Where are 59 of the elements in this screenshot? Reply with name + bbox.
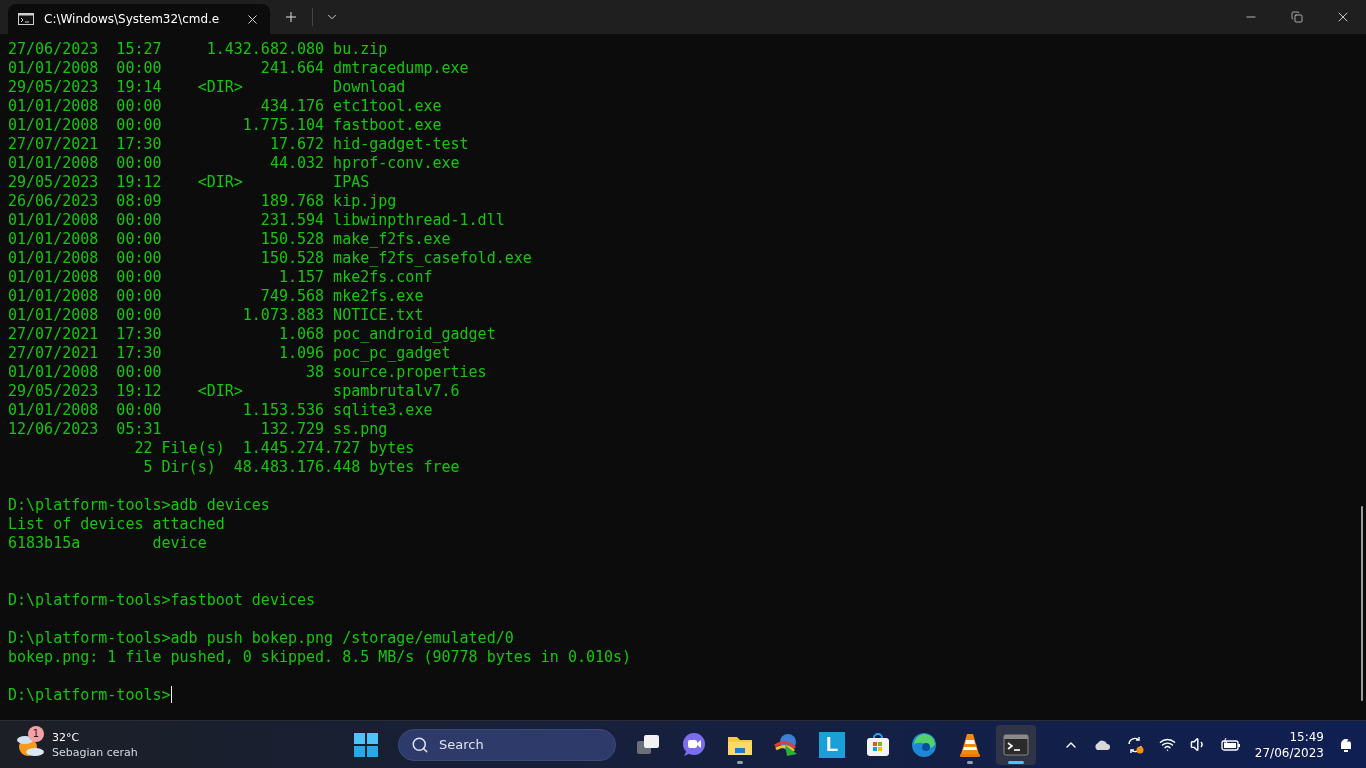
terminal-line: bokep.png: 1 file pushed, 0 skipped. 8.5 MB/s (90778 bytes in 0.010s): [8, 648, 633, 667]
terminal-line: 01/01/2008 00:00 241.664 dmtracedump.exe: [8, 59, 470, 78]
time: 15:49: [1289, 728, 1324, 745]
terminal-line: D:\platform-tools>adb devices: [8, 496, 271, 515]
terminal-line: 26/06/2023 08:09 189.768 kip.jpg: [8, 192, 398, 211]
battery-charging-icon[interactable]: [1220, 737, 1241, 752]
restore-icon: [1291, 11, 1303, 23]
wifi-icon[interactable]: [1158, 736, 1176, 753]
clock[interactable]: 15:49 27/06/2023: [1254, 728, 1324, 761]
terminal-line: 6183b15a device: [8, 534, 208, 553]
plus-icon: [283, 9, 299, 25]
command-prompt: D:\platform-tools>: [8, 686, 171, 704]
terminal-line: 01/01/2008 00:00 1.153.536 sqlite3.exe: [8, 401, 434, 420]
terminal-line: 27/07/2021 17:30 1.068 poc_android_gadget: [8, 325, 497, 344]
terminal-line: 01/01/2008 00:00 1.775.104 fastboot.exe: [8, 116, 443, 135]
terminal-icon: [1003, 733, 1029, 756]
traffic-cone-icon: [958, 731, 982, 758]
terminal-line: D:\platform-tools>adb push bokep.png /storage/emulated/0: [8, 629, 515, 648]
app-letter-icon: L: [819, 731, 845, 758]
video-chat-icon: [681, 731, 707, 758]
weather-condition: Sebagian cerah: [52, 744, 138, 760]
search-field[interactable]: Search: [398, 728, 616, 761]
notification-badge: 1: [28, 725, 44, 742]
terminal-line: 27/07/2021 17:30 1.096 poc_pc_gadget: [8, 344, 452, 363]
browser-swirl-icon: [911, 731, 937, 758]
taskbar-app-button[interactable]: [996, 724, 1036, 765]
temperature: 32°C: [52, 729, 81, 745]
terminal-line: 29/05/2023 19:14 <DIR> Download: [8, 78, 407, 97]
cloud-icon[interactable]: [1092, 738, 1111, 751]
task-view-icon: [635, 732, 661, 757]
terminal-tab[interactable]: C:\Windows\System32\cmd.e: [8, 4, 270, 34]
windows-logo-icon: [354, 732, 378, 757]
command-prompt-icon: [18, 13, 34, 25]
terminal-line: 12/06/2023 05:31 132.729 ss.png: [8, 420, 389, 439]
search-icon: [411, 735, 429, 754]
terminal-line: 01/01/2008 00:00 231.594 libwinpthread-1.dll: [8, 211, 506, 230]
store-bag-icon: [865, 731, 891, 758]
terminal-line: 01/01/2008 00:00 150.528 make_f2fs.exe: [8, 230, 452, 249]
date: 27/06/2023: [1254, 744, 1324, 761]
text-cursor: [170, 686, 172, 703]
terminal-line: List of devices attached: [8, 515, 226, 534]
terminal-line: 29/05/2023 19:12 <DIR> IPAS: [8, 173, 371, 192]
terminal-line: 01/01/2008 00:00 150.528 make_f2fs_casefold.exe: [8, 249, 533, 268]
terminal-line: 27/07/2021 17:30 17.672 hid-gadget-test: [8, 135, 470, 154]
scrollbar-thumb[interactable]: [1361, 506, 1363, 701]
globe-download-icon: [773, 731, 799, 758]
tab-title: C:\Windows\System32\cmd.e: [44, 12, 221, 26]
notification-bell-icon[interactable]: [1338, 735, 1354, 754]
terminal-line: D:\platform-tools>fastboot devices: [8, 591, 317, 610]
terminal-line: 01/01/2008 00:00 44.032 hprof-conv.exe: [8, 154, 461, 173]
terminal-line: 01/01/2008 00:00 749.568 mke2fs.exe: [8, 287, 425, 306]
terminal-line: 01/01/2008 00:00 1.073.883 NOTICE.txt: [8, 306, 425, 325]
terminal-line: 22 File(s) 1.445.274.727 bytes: [133, 439, 416, 458]
terminal-line: 27/06/2023 15:27 1.432.682.080 bu.zip: [8, 40, 389, 59]
terminal-line: 01/01/2008 00:00 1.157 mke2fs.conf: [8, 268, 434, 287]
terminal-line: 01/01/2008 00:00 434.176 etc1tool.exe: [8, 97, 443, 116]
terminal-line: 29/05/2023 19:12 <DIR> spambrutalv7.6: [8, 382, 461, 401]
terminal-line: 5 Dir(s) 48.483.176.448 bytes free: [142, 458, 461, 477]
terminal-line: 01/01/2008 00:00 38 source.properties: [8, 363, 488, 382]
